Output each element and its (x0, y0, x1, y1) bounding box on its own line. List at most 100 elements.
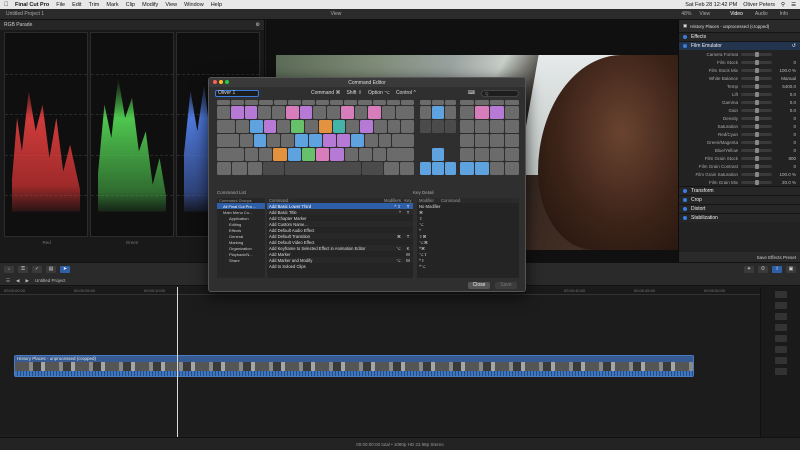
keyboard-key[interactable] (420, 162, 432, 175)
keyboard-key[interactable] (258, 106, 272, 119)
keyboard-key[interactable] (346, 120, 360, 133)
tab-video[interactable]: Video (730, 11, 743, 17)
distort-section[interactable]: Distort (679, 204, 800, 213)
keyboard-key[interactable] (299, 106, 313, 119)
keyboard-key[interactable] (373, 120, 387, 133)
keyboard-key[interactable] (354, 106, 368, 119)
keyboard-key[interactable] (236, 120, 249, 133)
parameter-row[interactable]: Camera Format (679, 50, 800, 58)
menu-modify[interactable]: Modify (142, 2, 158, 8)
minimize-icon[interactable] (219, 80, 223, 84)
keyboard-key[interactable] (490, 106, 504, 119)
effects-section[interactable]: Effects (679, 32, 800, 41)
parameter-slider[interactable] (741, 131, 772, 137)
parameter-value[interactable]: 0 (772, 148, 796, 153)
parameter-value[interactable]: 0.0 (772, 92, 796, 97)
search-icon[interactable]: ⚲ (781, 2, 785, 8)
keyboard-key[interactable] (244, 106, 258, 119)
keyword-icon[interactable]: ⚿ (18, 265, 28, 273)
keyboard-key[interactable] (420, 100, 432, 105)
apple-icon[interactable]:  (4, 2, 11, 8)
menu-file[interactable]: File (56, 2, 65, 8)
keyboard-key[interactable] (259, 148, 273, 161)
preset-select[interactable]: Oliver 1 (215, 89, 259, 97)
keyboard-key[interactable] (217, 134, 239, 147)
keyboard-key[interactable] (475, 134, 489, 147)
keyboard-key[interactable] (505, 134, 519, 147)
keyboard-key[interactable] (340, 106, 354, 119)
parameter-value[interactable]: 0 (772, 140, 796, 145)
parameter-row[interactable]: Saturation 0 (679, 122, 800, 130)
keyboard-key[interactable] (432, 148, 444, 161)
parameter-row[interactable]: Density 0 (679, 114, 800, 122)
close-window-icon[interactable] (213, 80, 217, 84)
keyboard-key[interactable] (301, 148, 315, 161)
keyboard-key[interactable] (420, 120, 432, 133)
enable-dot-icon[interactable] (683, 35, 687, 39)
parameter-row[interactable]: Gamma 0.0 (679, 98, 800, 106)
command-search-input[interactable]: Q (481, 89, 520, 97)
parameter-value[interactable]: 0.0 (772, 108, 796, 113)
timeline-index-icon[interactable]: ☰ (6, 278, 10, 284)
keyboard-key[interactable] (249, 120, 263, 133)
keyboard-key[interactable] (382, 106, 395, 119)
keyboard-key[interactable] (263, 162, 284, 175)
menu-help[interactable]: Help (211, 2, 222, 8)
keyboard-key[interactable] (344, 100, 358, 105)
parameter-row[interactable]: Film Grain Stock 800 (679, 154, 800, 162)
timeline-clip[interactable]: History Places - unprocessed (cropped) (14, 355, 694, 377)
select-tool-icon[interactable]: ➤ (60, 265, 70, 273)
parameter-row[interactable]: Gain 0.0 (679, 106, 800, 114)
modifier-shift[interactable]: Shift ⇧ (346, 90, 362, 96)
parameter-slider[interactable] (741, 75, 772, 81)
parameter-value[interactable]: Manual (772, 76, 796, 81)
effects-browser-icon[interactable]: ▣ (786, 265, 796, 273)
keyboard-key[interactable] (460, 134, 474, 147)
command-row[interactable]: Add Basic Lower Third ^ ⇧ T (267, 203, 413, 209)
menu-trim[interactable]: Trim (89, 2, 100, 8)
enhance-icon[interactable]: ✦ (744, 265, 754, 273)
keyboard-key[interactable] (315, 100, 330, 105)
keyboard-key[interactable] (490, 134, 504, 147)
keyboard-key[interactable] (284, 162, 362, 175)
keyboard-key[interactable] (272, 106, 285, 119)
keyboard-key[interactable] (304, 120, 318, 133)
keyboard-key[interactable] (309, 134, 322, 147)
keyboard-key[interactable] (253, 134, 267, 147)
menu-window[interactable]: Window (184, 2, 204, 8)
close-button[interactable]: Close (468, 281, 490, 289)
keyboard-key[interactable] (387, 120, 401, 133)
keyboard-key[interactable] (505, 148, 519, 161)
inspector-icon[interactable]: i (772, 265, 782, 273)
parameter-value[interactable]: 0 (772, 124, 796, 129)
keyboard-key[interactable] (259, 100, 273, 105)
modifier-command[interactable]: Command ⌘ (311, 90, 340, 96)
keyboard-key[interactable] (313, 106, 327, 119)
keyboard-key[interactable] (330, 100, 344, 105)
parameter-value[interactable]: 0 (772, 60, 796, 65)
menu-app[interactable]: Final Cut Pro (15, 2, 49, 8)
parameter-row[interactable]: Red/Cyan 0 (679, 130, 800, 138)
keyboard-key[interactable] (475, 120, 489, 133)
keyboard-key[interactable] (285, 106, 299, 119)
col-key[interactable]: Key (403, 198, 413, 203)
keyboard-key[interactable] (318, 120, 332, 133)
keyboard-key[interactable] (475, 148, 489, 161)
keyboard-key[interactable] (460, 100, 474, 105)
import-icon[interactable]: ↓ (4, 265, 14, 273)
parameter-slider[interactable] (741, 107, 772, 113)
keyboard-key[interactable] (372, 100, 386, 105)
keyboard-key[interactable] (490, 162, 504, 175)
keyboard-key[interactable] (217, 148, 244, 161)
parameter-row[interactable]: Film Stock Mix 100.0 % (679, 66, 800, 74)
save-effects-preset-button[interactable]: Save Effects Preset (679, 252, 800, 262)
keyboard-key[interactable] (420, 148, 431, 161)
keyboard-key[interactable] (460, 120, 474, 133)
command-row[interactable]: Add to Soloed Clips (267, 263, 413, 269)
modifier-option[interactable]: Option ⌥ (368, 90, 390, 96)
main-keys[interactable] (217, 100, 415, 188)
keyboard-key[interactable] (490, 100, 504, 105)
keyboard-key[interactable] (460, 162, 474, 175)
back-icon[interactable]: ◀ (16, 278, 19, 284)
parameter-value[interactable]: 100.0 % (772, 68, 796, 73)
